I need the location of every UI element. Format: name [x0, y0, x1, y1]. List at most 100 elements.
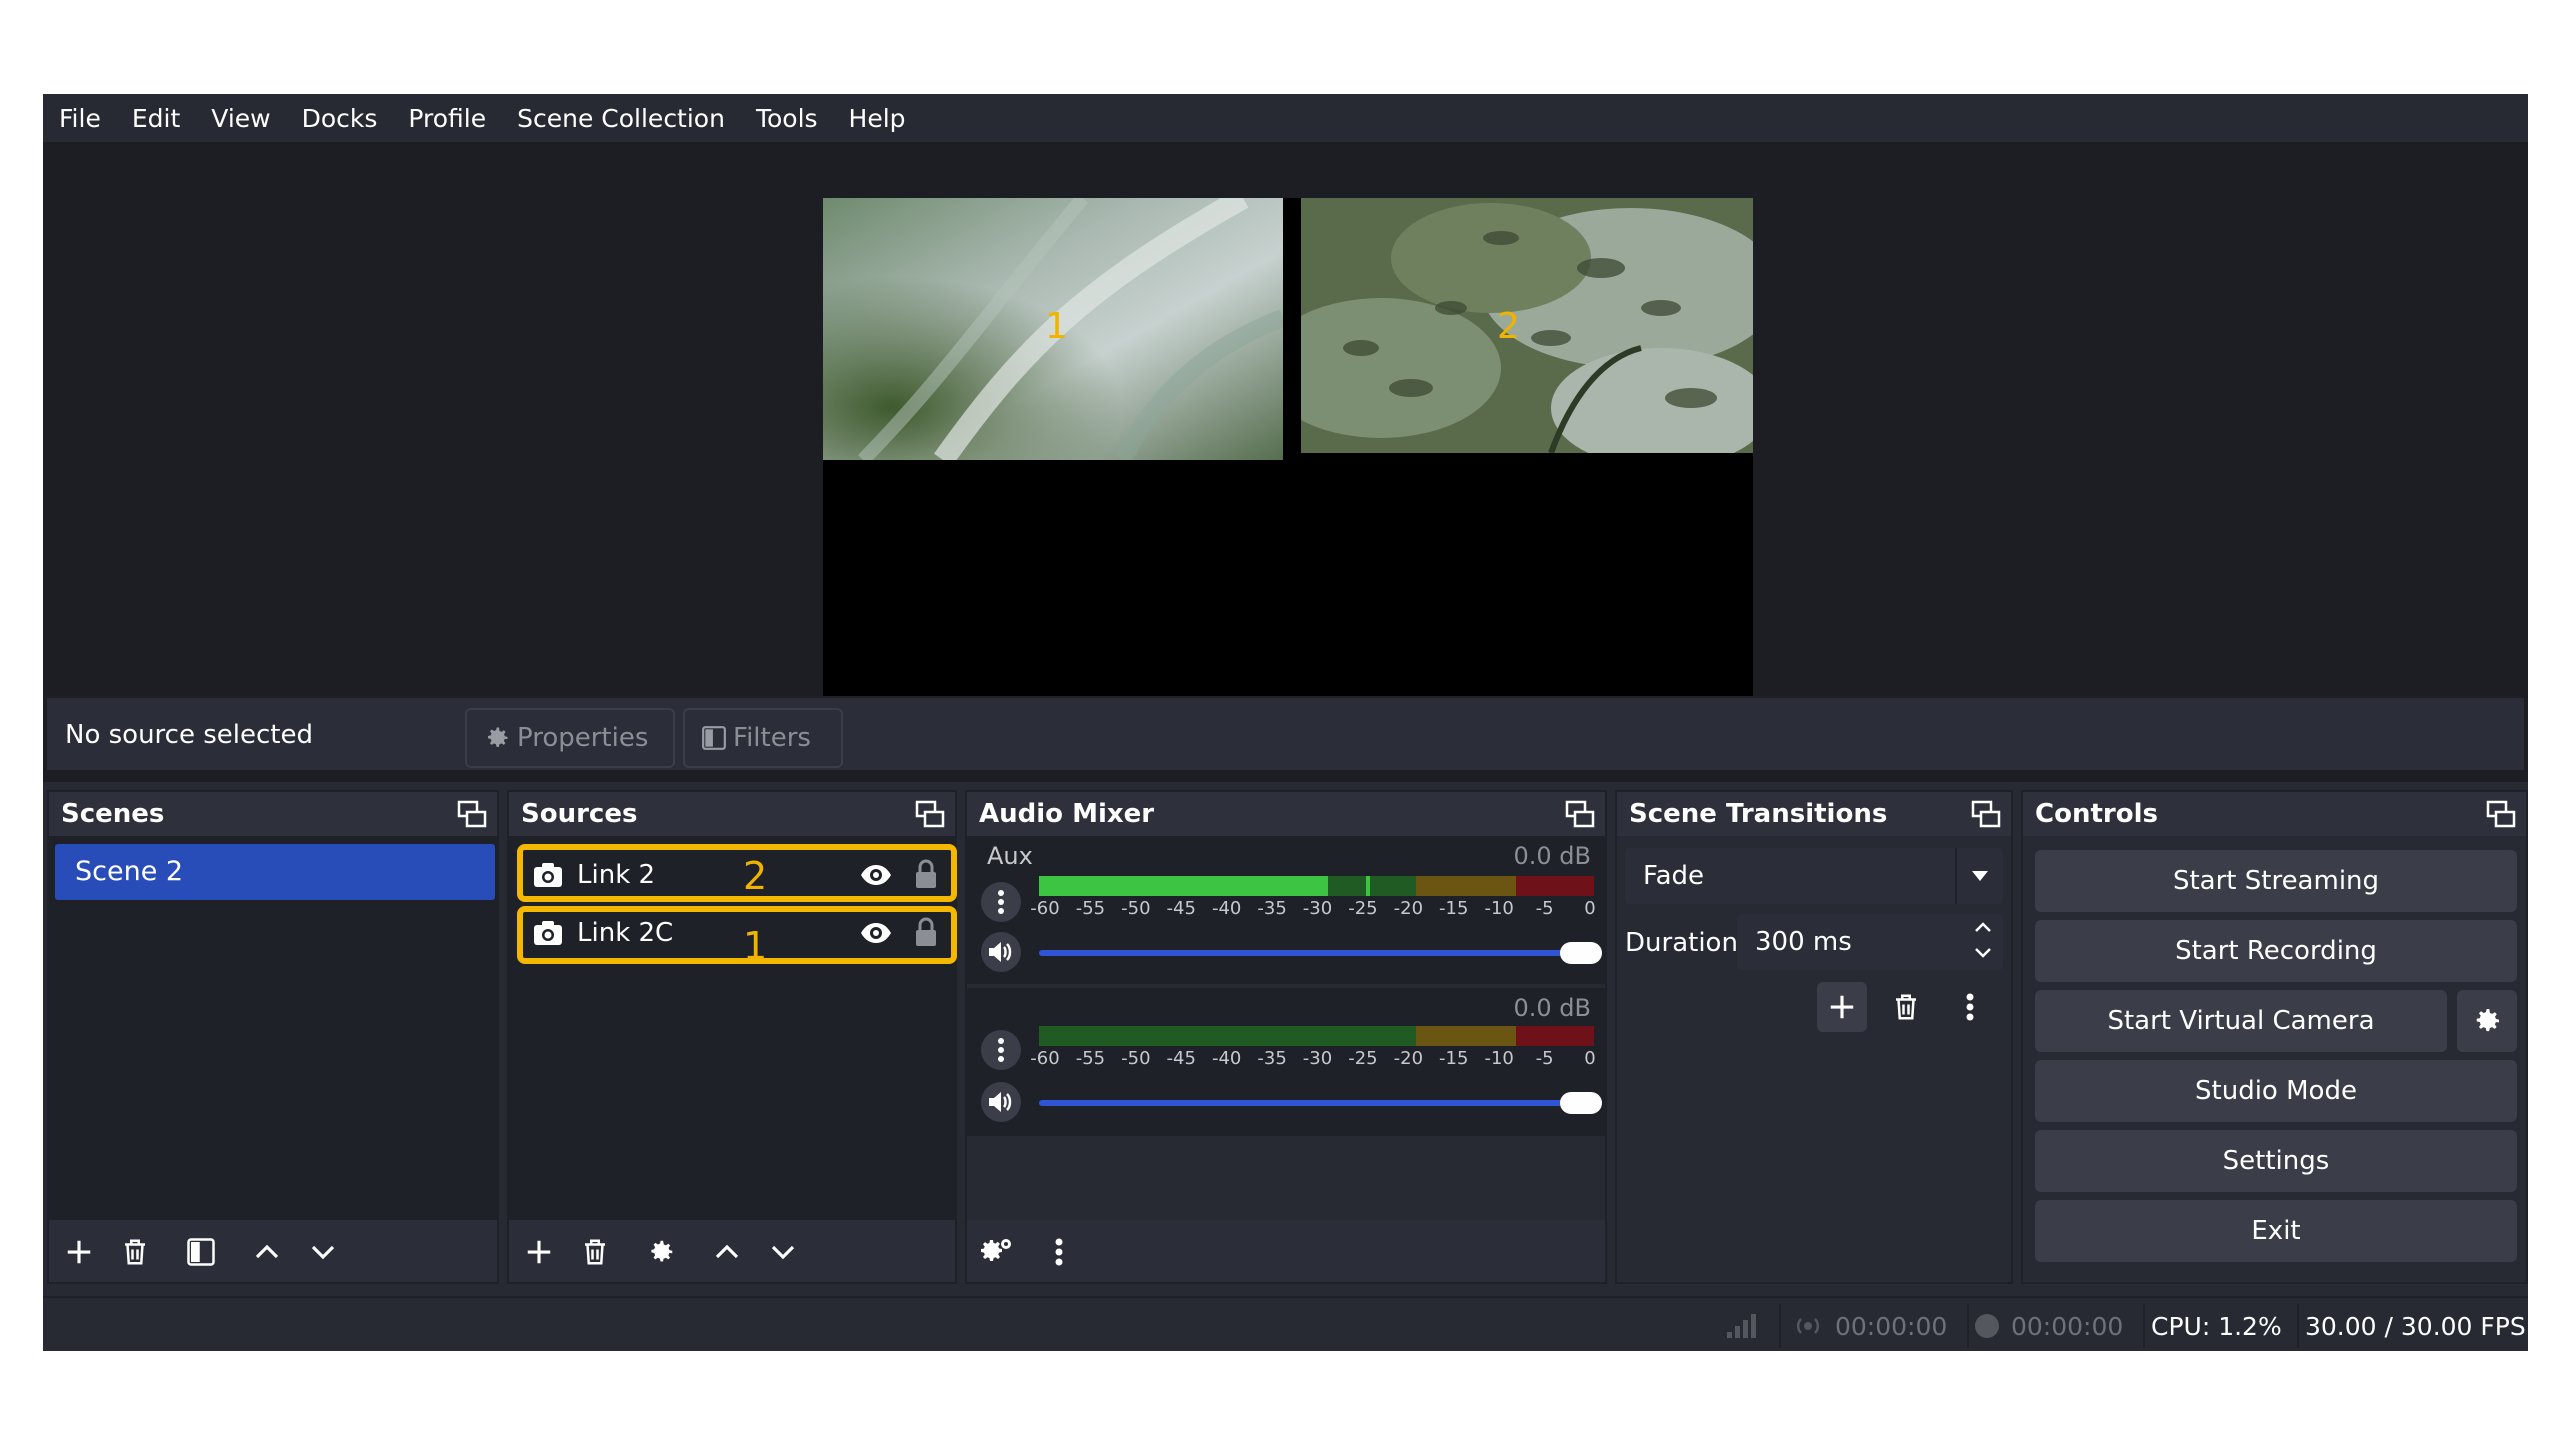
meter-tick-label: -60: [1030, 1048, 1060, 1069]
add-source-button[interactable]: [517, 1230, 561, 1274]
menu-tools[interactable]: Tools: [756, 104, 818, 133]
properties-button[interactable]: Properties: [465, 708, 675, 768]
undock-icon[interactable]: [1971, 800, 2001, 828]
meter-tick-label: -40: [1211, 1048, 1242, 1069]
menu-view[interactable]: View: [211, 104, 270, 133]
duration-input[interactable]: 300 ms: [1737, 914, 2003, 970]
eye-icon[interactable]: [859, 862, 893, 888]
move-source-down-button[interactable]: [761, 1230, 805, 1274]
channel-db: 0.0 dB: [1513, 994, 1592, 1022]
status-separator: [1967, 1304, 1969, 1348]
transition-select-value: Fade: [1643, 861, 1705, 891]
menu-docks[interactable]: Docks: [302, 104, 378, 133]
meter-tick-label: -15: [1439, 898, 1469, 919]
scenes-toolbar: [49, 1220, 497, 1282]
preview-canvas[interactable]: 1 2: [823, 198, 1753, 723]
transition-properties-button[interactable]: [1945, 982, 1995, 1032]
volume-slider-handle[interactable]: [1560, 942, 1602, 964]
start-virtual-camera-button[interactable]: Start Virtual Camera: [2035, 990, 2447, 1052]
virtual-camera-settings-button[interactable]: [2457, 990, 2517, 1052]
exit-button[interactable]: Exit: [2035, 1200, 2517, 1262]
source-properties-button[interactable]: [639, 1230, 683, 1274]
controls-body: Start Streaming Start Recording Start Vi…: [2023, 836, 2526, 1282]
channel-menu-icon[interactable]: [981, 882, 1021, 922]
menu-file[interactable]: File: [59, 104, 101, 133]
scene-transitions-title: Scene Transitions: [1617, 792, 2011, 836]
source-item[interactable]: Link 2C 1: [517, 906, 957, 968]
start-recording-button[interactable]: Start Recording: [2035, 920, 2517, 982]
meter-zone: [1516, 1026, 1594, 1046]
undock-icon[interactable]: [915, 800, 945, 828]
volume-slider-handle[interactable]: [1560, 1092, 1602, 1114]
menu-help[interactable]: Help: [849, 104, 906, 133]
add-scene-button[interactable]: [57, 1230, 101, 1274]
move-scene-down-button[interactable]: [301, 1230, 345, 1274]
chevron-down-icon[interactable]: [1973, 946, 1993, 960]
volume-icon[interactable]: [981, 932, 1021, 972]
undock-icon[interactable]: [457, 800, 487, 828]
volume-slider[interactable]: [1039, 942, 1602, 964]
volume-meter: [1039, 876, 1594, 896]
meter-tick-label: -35: [1257, 1048, 1287, 1069]
scene-transitions-dock: Scene Transitions Fade Duration 300 ms: [1615, 790, 2013, 1284]
meter-scale: -60 -55 -50 -45 -40 -35 -30 -25 -20 -15 -10 -5 0: [1030, 1048, 1599, 1072]
duration-value: 300 ms: [1755, 927, 1852, 957]
unlocked-icon[interactable]: [913, 858, 939, 890]
source-number-label: 2: [1497, 306, 1520, 347]
obs-window: File Edit View Docks Profile Scene Colle…: [43, 94, 2528, 1351]
preview-source-2[interactable]: 2: [1301, 198, 1753, 453]
volume-slider[interactable]: [1039, 1092, 1602, 1114]
meter-tick-label: -5: [1535, 898, 1554, 919]
record-time: 00:00:00: [2011, 1312, 2124, 1341]
undock-icon[interactable]: [1565, 800, 1595, 828]
source-item[interactable]: Link 2 2: [517, 844, 957, 902]
advanced-audio-settings-button[interactable]: [975, 1230, 1019, 1274]
menu-edit[interactable]: Edit: [132, 104, 180, 133]
source-toolbar: No source selected Properties Filters: [47, 696, 2524, 770]
meter-tick-label: -50: [1121, 898, 1151, 919]
mixer-menu-button[interactable]: [1037, 1230, 1081, 1274]
channel-db: 0.0 dB: [1513, 842, 1592, 870]
move-scene-up-button[interactable]: [245, 1230, 289, 1274]
unlocked-icon[interactable]: [913, 916, 939, 948]
mixer-channel: Aux 0.0 dB -60 -55 -50 -45 -40 -35 -30 -25 -20 -1…: [967, 836, 1605, 984]
meter-tick-label: -50: [1121, 1048, 1151, 1069]
transition-select[interactable]: Fade: [1625, 848, 2003, 904]
meter-tick-label: 0: [1584, 898, 1596, 919]
filters-button[interactable]: Filters: [683, 708, 843, 768]
remove-scene-button[interactable]: [113, 1230, 157, 1274]
scene-item-selected[interactable]: Scene 2: [55, 844, 495, 900]
eye-icon[interactable]: [859, 920, 893, 946]
meter-tick-label: -60: [1030, 898, 1060, 919]
undock-icon[interactable]: [2486, 800, 2516, 828]
status-separator: [2297, 1304, 2299, 1348]
add-transition-button[interactable]: [1817, 982, 1867, 1032]
gear-icon: [483, 724, 511, 752]
channel-menu-icon[interactable]: [981, 1030, 1021, 1070]
remove-source-button[interactable]: [573, 1230, 617, 1274]
move-source-up-button[interactable]: [705, 1230, 749, 1274]
studio-mode-button[interactable]: Studio Mode: [2035, 1060, 2517, 1122]
menu-scene-collection[interactable]: Scene Collection: [517, 104, 725, 133]
meter-tick-label: -25: [1348, 1048, 1378, 1069]
streaming-icon: [1793, 1312, 1823, 1340]
chevron-up-icon[interactable]: [1973, 920, 1993, 934]
meter-tick-label: -25: [1348, 898, 1378, 919]
scenes-dock-title: Scenes: [49, 792, 497, 836]
meter-tick-label: -10: [1484, 898, 1514, 919]
camera-icon: [533, 920, 563, 946]
remove-transition-button[interactable]: [1881, 982, 1931, 1032]
status-separator: [1779, 1304, 1781, 1348]
menu-profile[interactable]: Profile: [408, 104, 486, 133]
sources-dock-title: Sources: [509, 792, 955, 836]
meter-tick-label: -35: [1257, 898, 1287, 919]
signal-icon: [1725, 1312, 1757, 1340]
volume-icon[interactable]: [981, 1082, 1021, 1122]
start-streaming-button[interactable]: Start Streaming: [2035, 850, 2517, 912]
chevron-down-icon: [1955, 848, 2003, 904]
status-bar: 00:00:00 00:00:00 CPU: 1.2% 30.00 / 30.0…: [43, 1296, 2528, 1351]
meter-scale: -60 -55 -50 -45 -40 -35 -30 -25 -20 -15 -10 -5 0: [1030, 898, 1599, 922]
scene-filters-button[interactable]: [179, 1230, 223, 1274]
preview-source-1[interactable]: 1: [823, 198, 1283, 460]
settings-button[interactable]: Settings: [2035, 1130, 2517, 1192]
